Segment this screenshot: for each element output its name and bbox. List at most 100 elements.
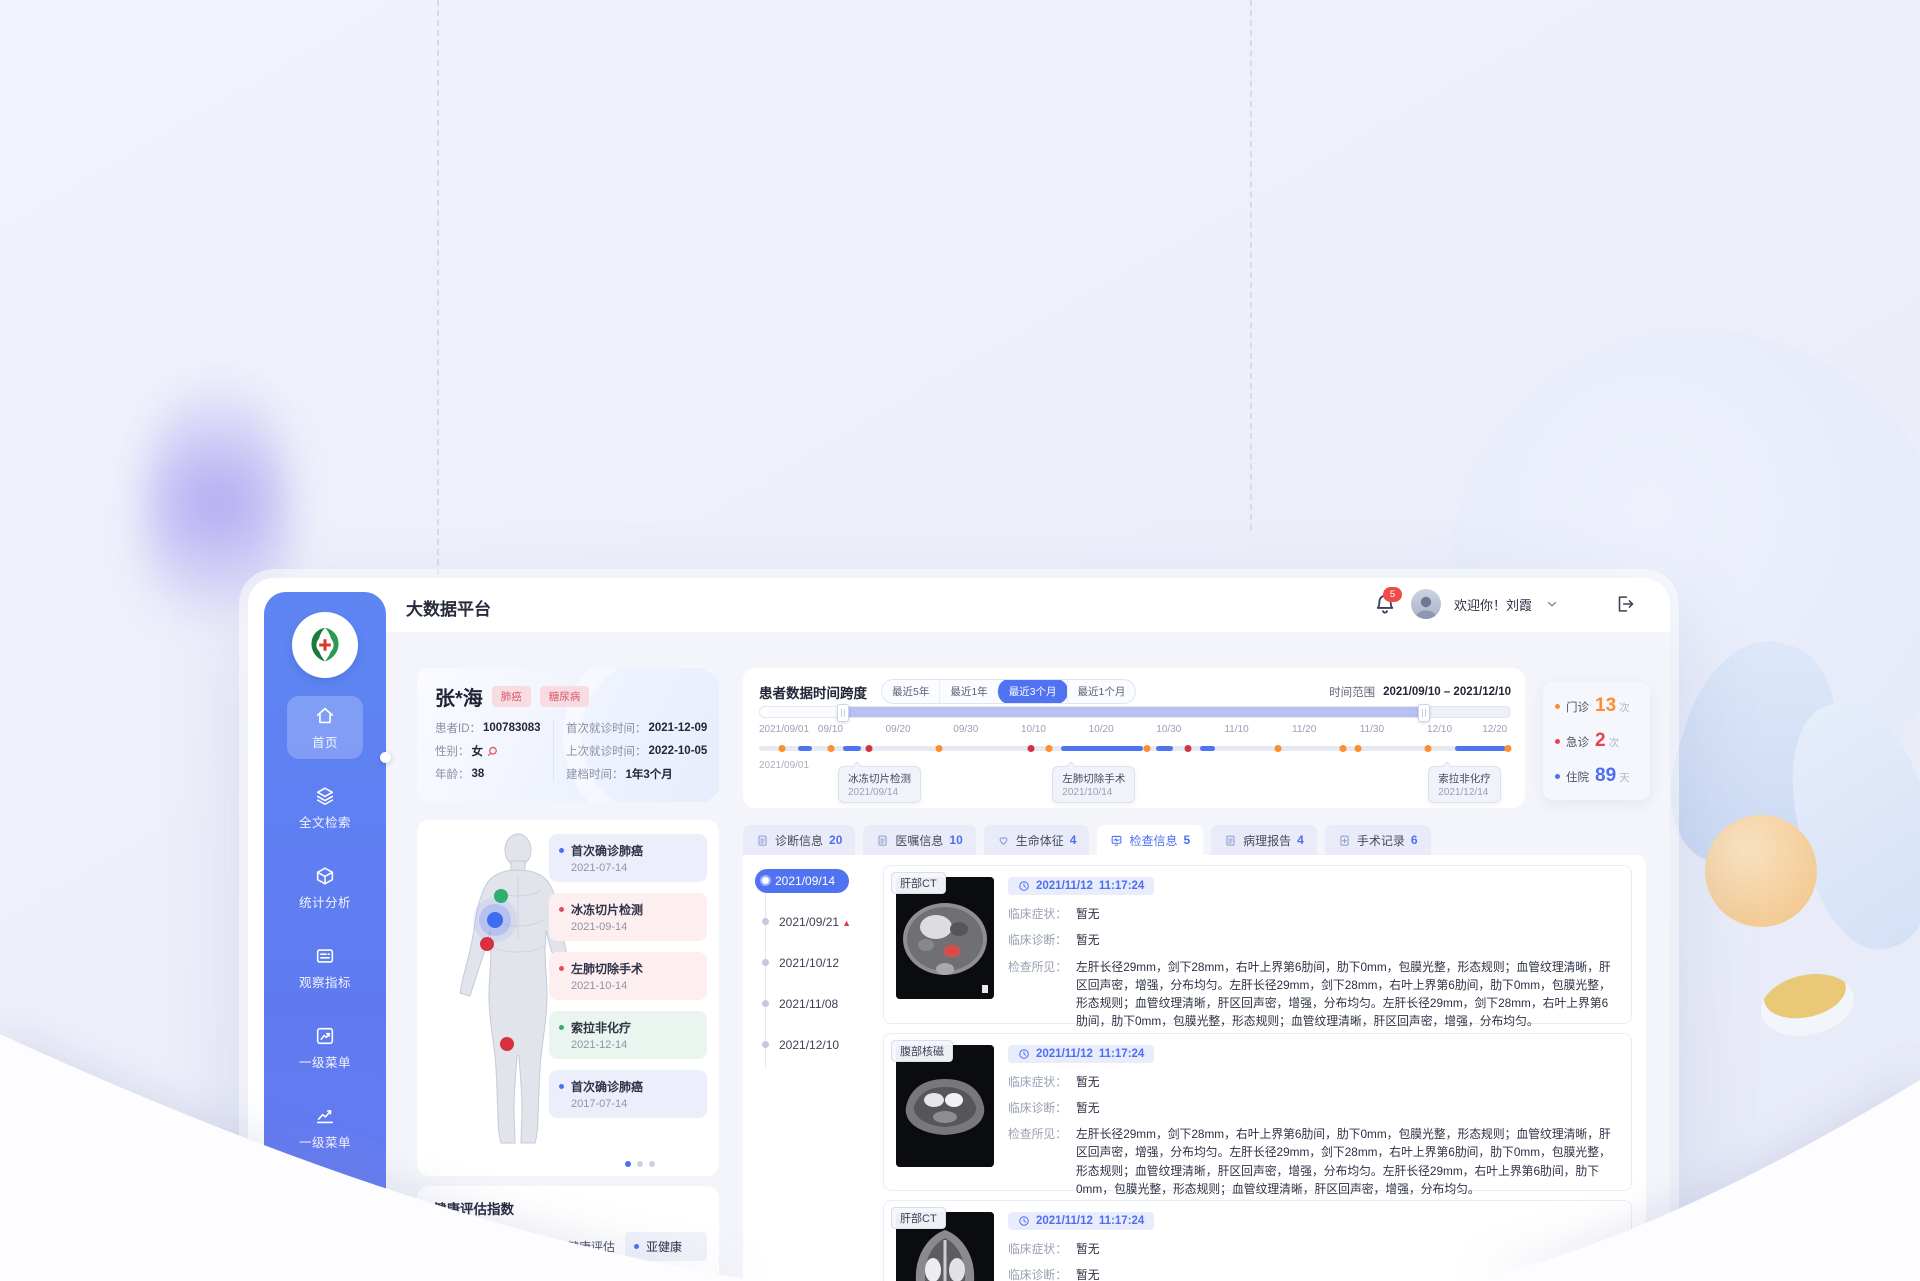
event-dot bbox=[1339, 745, 1346, 752]
patient-info-card: 张*海 肺癌糖尿病 患者ID：100783083性别：女年龄：38 首次就诊时间… bbox=[417, 668, 719, 802]
field-label: 患者ID： bbox=[435, 720, 481, 736]
avatar[interactable] bbox=[1411, 589, 1441, 619]
event-segment bbox=[1061, 746, 1142, 751]
date-dot bbox=[762, 1041, 769, 1048]
timeline-card: 患者数据时间跨度 最近5年最近1年最近3个月最近1个月 时间范围 2021/09… bbox=[743, 668, 1525, 808]
timeline-title: 患者数据时间跨度 bbox=[759, 682, 867, 702]
tab-生命体征[interactable]: 生命体征4 bbox=[984, 825, 1090, 855]
date-dot bbox=[762, 877, 769, 884]
event-title: 索拉非化疗 bbox=[559, 1019, 697, 1036]
report-field: 临床诊断：暂无 bbox=[1008, 1099, 1619, 1117]
female-search-icon[interactable] bbox=[487, 745, 500, 758]
tooltip-title: 冰冻切片检测 bbox=[848, 771, 911, 786]
visit-date-rail: 2021/09/14 2021/09/21▲ 2021/10/12 2021/11/0… bbox=[757, 869, 879, 1281]
visit-date-item[interactable]: 2021/11/08 bbox=[757, 997, 879, 1011]
scan-type-badge: 肝部CT bbox=[891, 872, 946, 894]
axis-tick: 12/10 bbox=[1427, 724, 1452, 735]
visit-date-item[interactable]: 2021/10/12 bbox=[757, 956, 879, 970]
tab-医嘱信息[interactable]: 医嘱信息10 bbox=[863, 825, 975, 855]
date-label: 2021/09/21 bbox=[779, 915, 839, 929]
visit-date-item[interactable]: 2021/12/10 bbox=[757, 1038, 879, 1052]
field-value: 女 bbox=[472, 743, 484, 759]
sidebar-item-首页[interactable]: 首页 bbox=[287, 696, 363, 759]
decor-crescent bbox=[1755, 966, 1860, 1044]
sidebar-item-label: 观察指标 bbox=[299, 972, 351, 991]
stat-value: 2 bbox=[1595, 730, 1606, 752]
date-label: 2021/11/08 bbox=[779, 997, 838, 1011]
chevron-down-icon[interactable] bbox=[1545, 597, 1559, 611]
scan-thumbnail[interactable]: 肝部CT bbox=[896, 1212, 994, 1281]
clock-icon bbox=[1018, 1048, 1030, 1060]
sidebar-item-一级菜单[interactable]: 一级菜单 bbox=[287, 1096, 363, 1159]
stat-value: 89 bbox=[1595, 765, 1616, 787]
trend-icon bbox=[314, 1105, 336, 1127]
tab-诊断信息[interactable]: 诊断信息20 bbox=[743, 825, 855, 855]
patient-field: 性别：女 bbox=[435, 743, 553, 759]
event-bullet bbox=[559, 1084, 564, 1089]
home-icon bbox=[314, 705, 336, 727]
notification-bell-button[interactable]: 5 bbox=[1372, 591, 1398, 617]
stat-row: 急诊2次 bbox=[1555, 730, 1650, 752]
report-field: 临床症状：暂无 bbox=[1008, 905, 1619, 923]
range-button[interactable]: 最近1个月 bbox=[1067, 680, 1136, 703]
pager-dot[interactable] bbox=[637, 1161, 643, 1167]
range-button[interactable]: 最近5年 bbox=[882, 680, 939, 703]
tooltip-title: 左肺切除手术 bbox=[1062, 771, 1125, 786]
stat-bullet bbox=[1555, 774, 1560, 779]
event-date: 2017-07-14 bbox=[571, 1098, 697, 1110]
visit-date-item[interactable]: 2021/09/14 bbox=[755, 869, 849, 893]
scan-thumbnail[interactable]: 腹部核磁 bbox=[896, 1045, 994, 1167]
event-bullet bbox=[559, 907, 564, 912]
tooltip-date: 2021/12/14 bbox=[1438, 787, 1491, 798]
stat-label: 门诊 bbox=[1566, 699, 1589, 715]
tab-手术记录[interactable]: 手术记录6 bbox=[1325, 825, 1431, 855]
stat-value: 13 bbox=[1595, 695, 1616, 717]
axis-tick: 11/20 bbox=[1292, 724, 1316, 735]
visit-date-item[interactable]: 2021/09/21▲ bbox=[757, 915, 879, 929]
value-text: 亚健康 bbox=[646, 1238, 682, 1255]
sidebar-item-label: 一级菜单 bbox=[299, 1212, 351, 1231]
axis-tick: 10/20 bbox=[1089, 724, 1114, 735]
tab-count: 10 bbox=[949, 833, 962, 847]
pager-dot[interactable] bbox=[649, 1161, 655, 1167]
chart-icon bbox=[314, 1025, 336, 1047]
patient-field: 建档时间：1年3个月 bbox=[566, 766, 707, 782]
diagnosis-icon bbox=[756, 834, 769, 847]
tab-检查信息[interactable]: 检查信息5 bbox=[1097, 825, 1203, 855]
sidebar-item-统计分析[interactable]: 统计分析 bbox=[287, 856, 363, 919]
range-button-group: 最近5年最近1年最近3个月最近1个月 bbox=[881, 679, 1136, 704]
sidebar-item-一级菜单[interactable]: 一级菜单 bbox=[287, 1016, 363, 1079]
body-event-item: 首次确诊肺癌2017-07-14 bbox=[549, 1070, 707, 1118]
tab-label: 检查信息 bbox=[1129, 832, 1177, 849]
warning-icon: ▲ bbox=[842, 918, 851, 928]
body-marker bbox=[480, 937, 494, 951]
exam-icon bbox=[1110, 834, 1123, 847]
event-dot bbox=[828, 745, 835, 752]
slider-handle-right[interactable] bbox=[1418, 704, 1430, 722]
range-button[interactable]: 最近3个月 bbox=[997, 679, 1068, 704]
health-row-label: 健康评估 bbox=[567, 1238, 625, 1255]
sidebar-item-全文检索[interactable]: 全文检索 bbox=[287, 776, 363, 839]
report-date: 2021/11/12 bbox=[1036, 1215, 1093, 1227]
field-label: 年龄： bbox=[435, 766, 470, 782]
sidebar-item-一级菜单[interactable]: 一级菜单 bbox=[287, 1176, 363, 1239]
event-dot bbox=[1274, 745, 1281, 752]
logout-icon[interactable] bbox=[1614, 593, 1636, 615]
diagnosis-tag: 糖尿病 bbox=[540, 686, 590, 707]
scan-thumbnail[interactable]: 肝部CT bbox=[896, 877, 994, 999]
time-range-slider[interactable] bbox=[759, 706, 1511, 718]
field-label: 临床诊断： bbox=[1008, 1266, 1076, 1281]
sidebar-item-观察指标[interactable]: 观察指标 bbox=[287, 936, 363, 999]
pager-dot[interactable] bbox=[625, 1161, 631, 1167]
tab-病理报告[interactable]: 病理报告4 bbox=[1211, 825, 1317, 855]
tooltip-date: 2021/10/14 bbox=[1062, 787, 1125, 798]
app-window: 大数据平台 5 欢迎你！刘霞 bbox=[248, 578, 1670, 1281]
range-button[interactable]: 最近1年 bbox=[939, 680, 997, 703]
report-field: 检查所见：左肝长径29mm，剑下28mm，右叶上界第6肋间，肋下0mm，包膜光整… bbox=[1008, 958, 1619, 1031]
report-time: 11:17:24 bbox=[1099, 880, 1144, 892]
slider-handle-left[interactable] bbox=[837, 704, 849, 722]
report-card: 肝部CT2021/11/1211:17:24临床症状：暂无临床诊断：暂无检查所见… bbox=[883, 1200, 1632, 1281]
date-dot bbox=[762, 959, 769, 966]
axis-tick: 12/20 bbox=[1482, 724, 1507, 735]
pathology-icon bbox=[1224, 834, 1237, 847]
